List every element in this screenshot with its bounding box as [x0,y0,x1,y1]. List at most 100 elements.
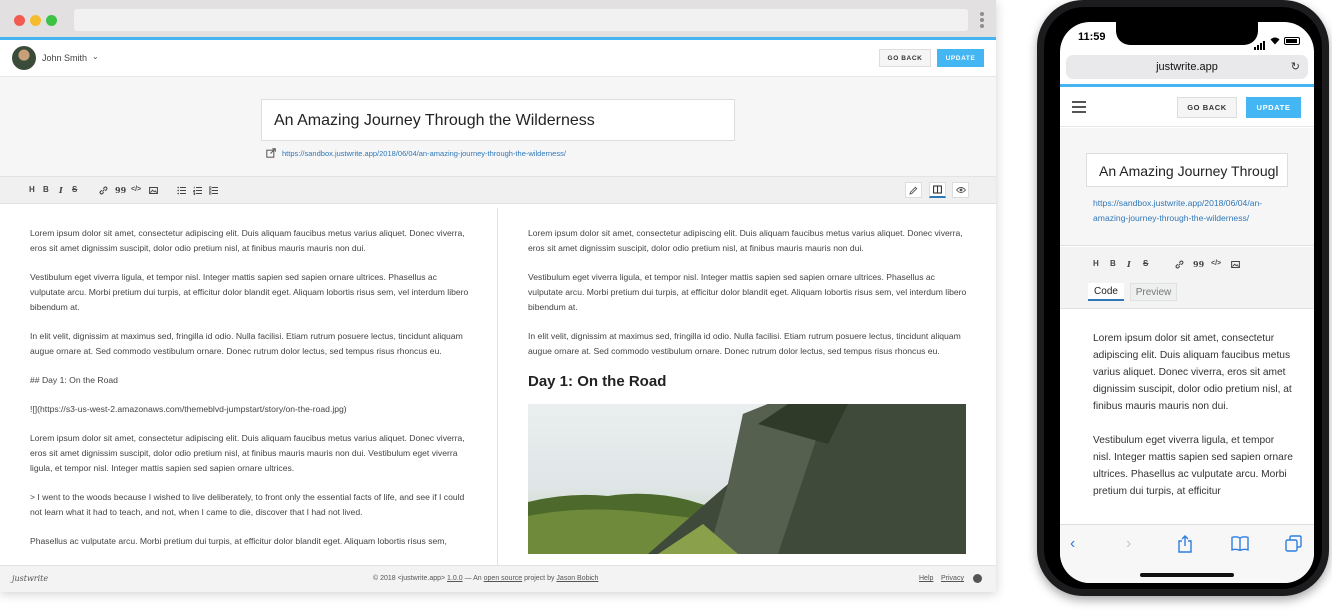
reload-icon[interactable]: ↻ [1291,60,1300,73]
post-title-input[interactable]: An Amazing Journey Through the Wildernes… [261,99,735,141]
strikethrough-button[interactable]: S [72,185,77,194]
bold-button[interactable]: B [43,185,49,194]
mobile-screen: 11:59 justwrite.app ↻ GO BACK UPDATE An … [1060,22,1314,583]
editor-heading-markdown: ## Day 1: On the Road [30,375,118,385]
bookmarks-icon[interactable] [1231,536,1249,551]
editor-quote-markdown: > I went to the woods because I wished t… [30,492,465,517]
tab-code[interactable]: Code [1088,283,1124,301]
image-icon[interactable] [149,186,158,195]
preview-paragraph: Vestibulum eget viverra ligula, et tempo… [528,272,967,312]
mobile-title-area: An Amazing Journey Througl https://sandb… [1060,128,1314,246]
copyright-by: project by [522,575,557,582]
editor-paragraph: Lorem ipsum dolor sit amet, consectetur … [30,433,465,473]
mobile-italic-button[interactable]: I [1127,259,1131,269]
browser-menu-icon[interactable] [980,12,984,30]
editor-paragraph: Phasellus ac vulputate arcu. Morbi preti… [30,536,447,546]
mobile-code-button[interactable]: </> [1211,260,1221,267]
editor-image-markdown: ![](https://s3-us-west-2.amazonaws.com/t… [30,404,347,414]
tab-preview[interactable]: Preview [1130,283,1177,301]
home-indicator[interactable] [1140,573,1234,577]
help-link[interactable]: Help [919,575,933,582]
author-link[interactable]: Jason Bobich [556,575,598,582]
columns-icon [933,185,942,194]
copyright-mid: — An [462,575,484,582]
close-window-icon[interactable] [14,15,25,26]
app-header: John Smith ⌄ GO BACK UPDATE [0,40,996,77]
browser-chrome [0,0,996,40]
share-icon[interactable] [1177,535,1193,553]
open-source-link[interactable]: open source [484,575,523,582]
mobile-permalink-link[interactable]: https://sandbox.justwrite.app/2018/06/04… [1093,196,1293,226]
numbered-list-icon[interactable] [193,186,202,195]
editor-paragraph: Vestibulum eget viverra ligula, et tempo… [30,272,469,312]
link-icon[interactable] [99,186,108,195]
markdown-preview: Lorem ipsum dolor sit amet, consectetur … [499,208,996,565]
mobile-image-icon[interactable] [1231,260,1240,269]
heading-button[interactable]: H [29,185,35,194]
github-icon[interactable] [973,574,982,583]
external-link-icon[interactable] [266,148,276,158]
desktop-browser-window: John Smith ⌄ GO BACK UPDATE An Amazing J… [0,0,996,592]
battery-icon [1284,37,1300,45]
phone-notch [1116,22,1258,45]
edit-mode-button[interactable] [905,182,922,198]
chevron-down-icon[interactable]: ⌄ [92,52,99,61]
quote-button[interactable]: 99 [115,185,126,195]
avatar[interactable] [12,46,36,70]
mobile-link-icon[interactable] [1175,260,1184,269]
mobile-update-button[interactable]: UPDATE [1246,97,1301,118]
preview-mode-button[interactable] [952,182,969,198]
phone-bezel: 11:59 justwrite.app ↻ GO BACK UPDATE An … [1044,7,1322,589]
copyright-prefix: © 2018 <justwrite.app> [373,575,448,582]
mobile-paragraph: Vestibulum eget viverra ligula, et tempo… [1093,435,1293,497]
code-button[interactable]: </> [131,186,141,193]
privacy-link[interactable]: Privacy [941,575,964,582]
preview-paragraph: Lorem ipsum dolor sit amet, consectetur … [528,228,963,253]
justwrite-logo[interactable]: justwrite [12,574,48,583]
update-button[interactable]: UPDATE [937,49,984,67]
go-back-button[interactable]: GO BACK [879,49,931,67]
mobile-go-back-button[interactable]: GO BACK [1177,97,1237,118]
mobile-quote-button[interactable]: 99 [1193,259,1204,269]
title-area: An Amazing Journey Through the Wildernes… [0,77,996,177]
browser-address-bar[interactable] [74,9,968,31]
maximize-window-icon[interactable] [46,15,57,26]
eye-icon [955,187,966,193]
user-name[interactable]: John Smith [42,53,87,63]
split-mode-button[interactable] [929,182,946,198]
status-time: 11:59 [1078,31,1106,43]
status-icons [1254,32,1300,50]
forward-arrow-icon[interactable]: › [1126,535,1131,553]
wifi-icon [1270,37,1280,45]
mobile-address-bar[interactable]: justwrite.app ↻ [1066,55,1308,79]
mobile-device: 11:59 justwrite.app ↻ GO BACK UPDATE An … [1037,0,1329,596]
back-arrow-icon[interactable]: ‹ [1070,535,1075,553]
mobile-bold-button[interactable]: B [1110,259,1116,268]
preview-heading: Day 1: On the Road [528,373,667,390]
editor-toolbar: H B I S 99 </> [0,177,996,204]
permalink-link[interactable]: https://sandbox.justwrite.app/2018/06/04… [282,149,566,158]
tabs-icon[interactable] [1285,535,1302,552]
mobile-editor-toolbar: H B I S 99 </> Code Preview [1060,247,1314,309]
mobile-title-input[interactable]: An Amazing Journey Througl [1086,153,1288,187]
minimize-window-icon[interactable] [30,15,41,26]
road-photo [528,404,966,554]
editor-paragraph: Lorem ipsum dolor sit amet, consectetur … [30,228,465,253]
mobile-url: justwrite.app [1156,61,1218,73]
italic-button[interactable]: I [59,185,63,195]
mobile-app-header: GO BACK UPDATE [1060,87,1314,127]
bullet-list-icon[interactable] [177,186,186,195]
app-footer: justwrite © 2018 <justwrite.app> 1.0.0 —… [0,565,996,592]
mobile-paragraph: Lorem ipsum dolor sit amet, consectetur … [1093,333,1292,412]
version-link[interactable]: 1.0.0 [447,575,463,582]
preview-paragraph: In elit velit, dignissim at maximus sed,… [528,331,961,356]
editor-paragraph: In elit velit, dignissim at maximus sed,… [30,331,463,356]
signal-icon [1254,32,1266,50]
mobile-heading-button[interactable]: H [1093,259,1099,268]
markdown-editor[interactable]: Lorem ipsum dolor sit amet, consectetur … [0,208,498,565]
mobile-editor-content[interactable]: Lorem ipsum dolor sit amet, consectetur … [1093,330,1293,517]
menu-icon[interactable] [1072,101,1086,116]
mobile-strikethrough-button[interactable]: S [1143,259,1148,268]
pencil-icon [909,186,918,195]
checklist-icon[interactable] [209,186,218,195]
